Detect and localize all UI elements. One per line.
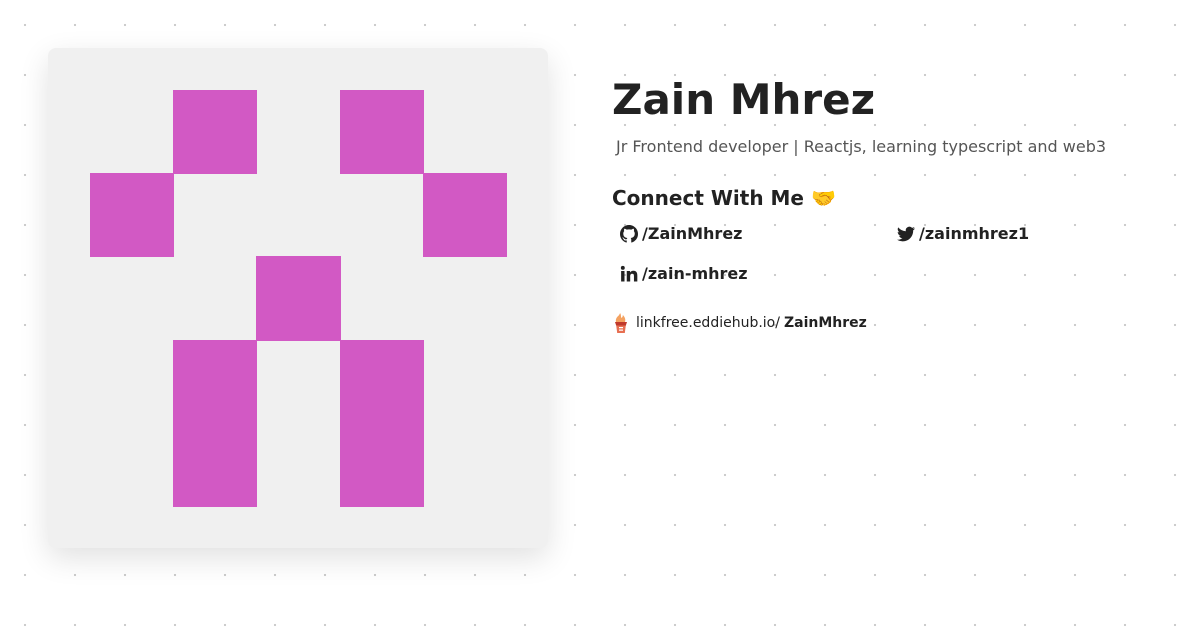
linkedin-link[interactable]: /zain-mhrez <box>620 264 748 283</box>
linkfree-icon <box>615 313 627 333</box>
twitter-icon <box>897 226 915 241</box>
identicon-block <box>423 173 507 257</box>
identicon-block <box>90 173 174 257</box>
github-link[interactable]: /ZainMhrez <box>620 224 742 243</box>
avatar-card <box>48 48 548 548</box>
github-handle: /ZainMhrez <box>642 224 743 243</box>
social-links: /ZainMhrez /zainmhrez1 /zain-mhrez linkf… <box>612 212 1172 333</box>
identicon-block <box>173 90 257 174</box>
twitter-handle: /zainmhrez1 <box>919 224 1030 243</box>
linkedin-handle: /zain-mhrez <box>642 264 748 283</box>
identicon-avatar <box>90 90 507 507</box>
linkfree-domain: linkfree.eddiehub.io/ <box>636 315 780 331</box>
identicon-block <box>340 340 424 507</box>
identicon-blocks <box>90 90 507 507</box>
linkedin-icon <box>620 265 638 281</box>
linkfree-link[interactable]: linkfree.eddiehub.io/ ZainMhrez <box>612 312 867 334</box>
profile-bio: Jr Frontend developer | Reactjs, learnin… <box>616 137 1107 156</box>
profile-info: Zain Mhrez Jr Frontend developer | React… <box>612 72 1172 333</box>
identicon-block <box>173 340 257 507</box>
github-icon <box>620 224 638 243</box>
profile-name: Zain Mhrez <box>612 75 876 124</box>
connect-heading: Connect With Me 🤝 <box>612 186 836 210</box>
twitter-link[interactable]: /zainmhrez1 <box>897 224 1029 243</box>
identicon-block <box>340 90 424 174</box>
linkfree-username: ZainMhrez <box>783 315 867 331</box>
identicon-block <box>256 256 341 341</box>
